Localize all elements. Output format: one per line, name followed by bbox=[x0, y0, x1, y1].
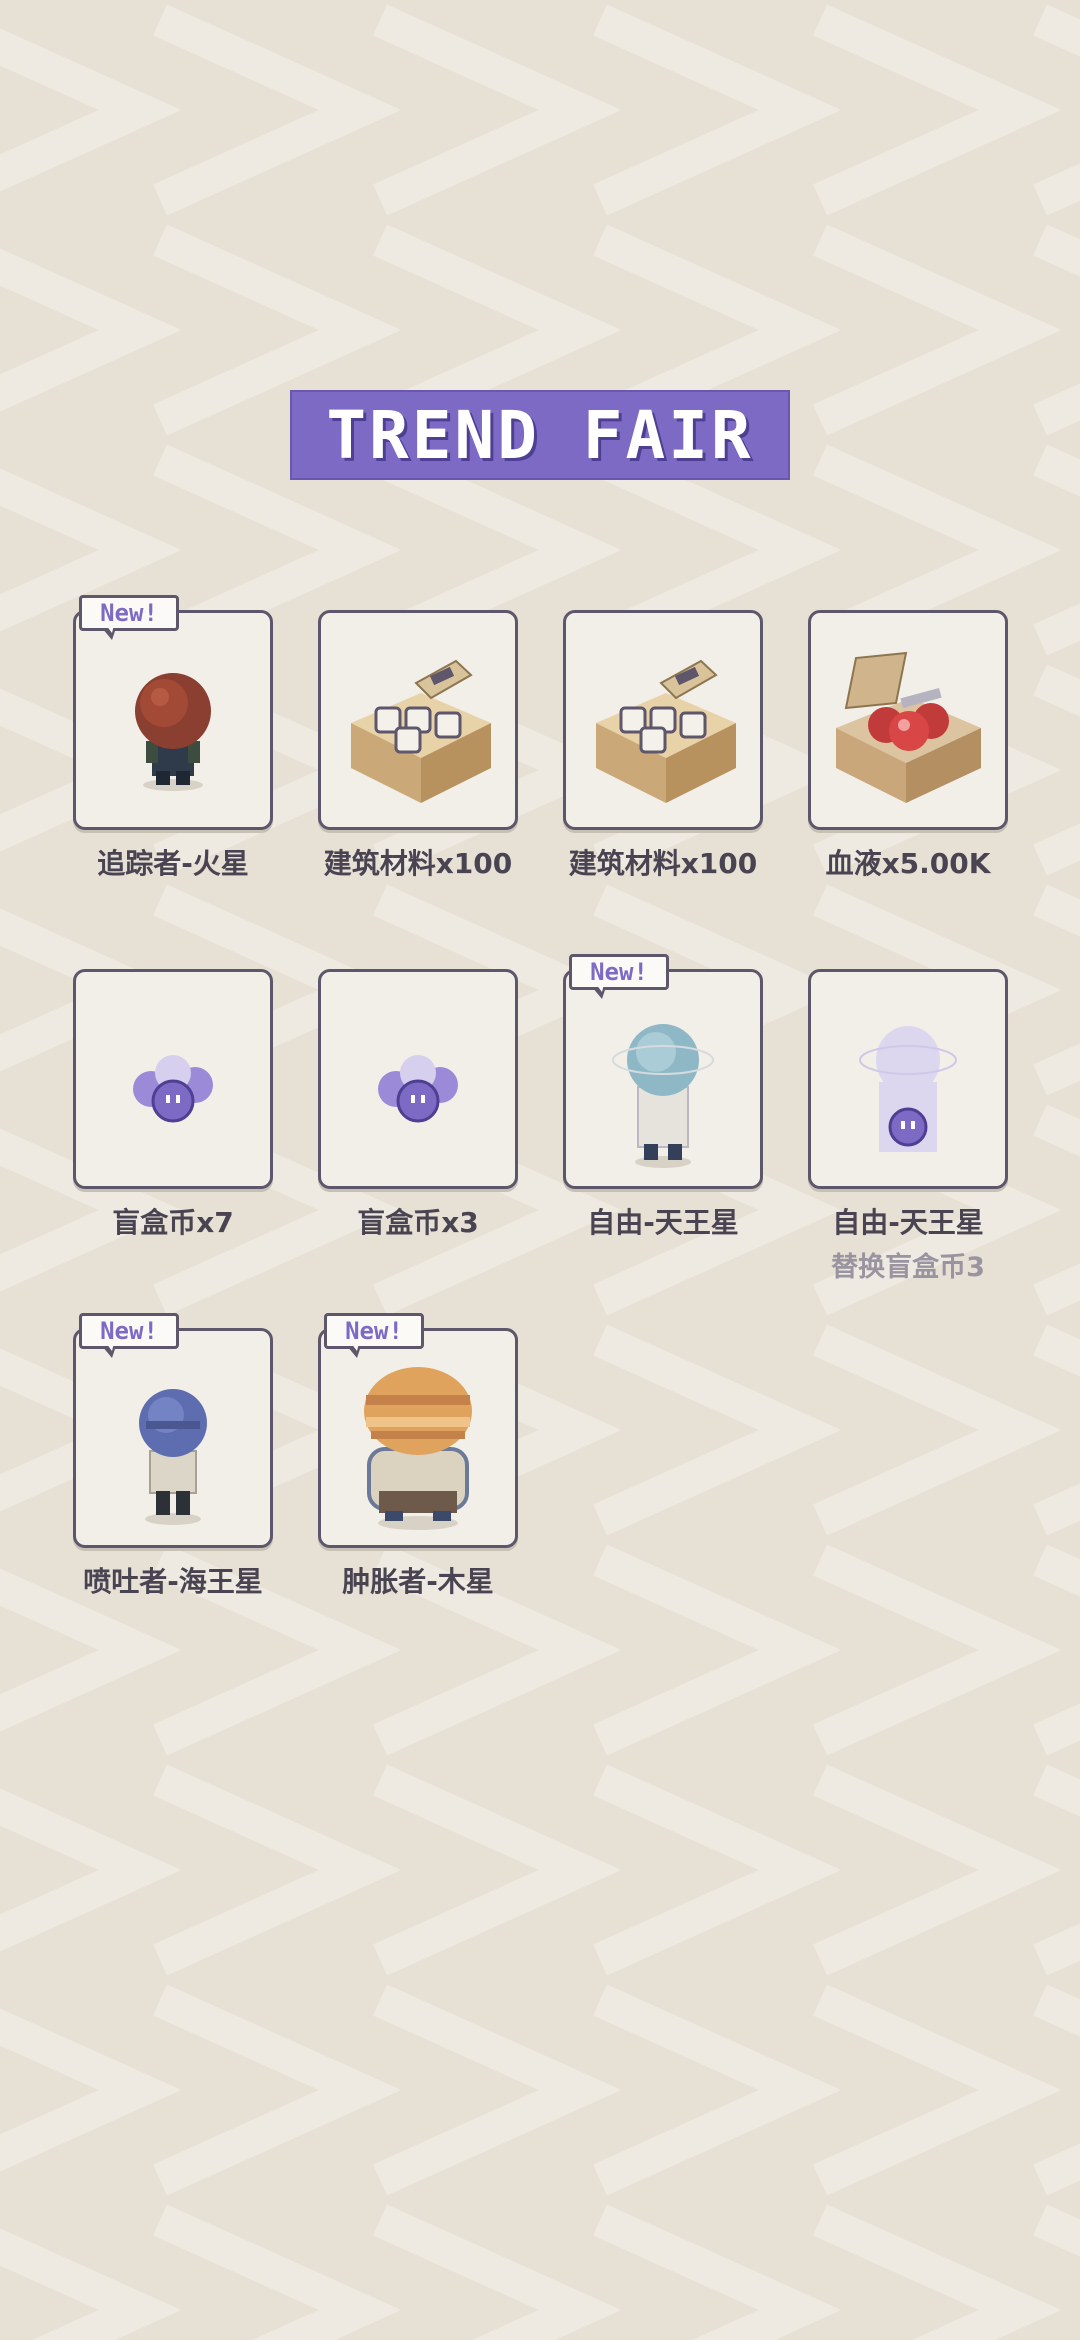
reward-item[interactable]: 血液x5.00K bbox=[808, 610, 1008, 882]
reward-item[interactable]: New! 肿胀者-木星 bbox=[318, 1313, 518, 1600]
trend-fair-title-banner: TREND FAIR bbox=[290, 390, 790, 480]
item-label: 建筑材料x100 bbox=[568, 847, 758, 880]
uranus-ghost-duplicate-icon bbox=[859, 1026, 957, 1152]
page-title: TREND FAIR bbox=[326, 396, 754, 474]
item-label: 盲盒币x3 bbox=[357, 1206, 479, 1239]
reward-item[interactable]: New! 喷吐者-海王星 bbox=[73, 1313, 273, 1600]
new-badge: New! bbox=[79, 1313, 179, 1358]
item-label: 追踪者-火星 bbox=[97, 847, 249, 880]
reward-card[interactable] bbox=[808, 610, 1008, 830]
building-materials-box-icon bbox=[351, 659, 491, 803]
reward-item[interactable]: 建筑材料x100 bbox=[318, 610, 518, 882]
blind-box-coin-icon bbox=[133, 1055, 213, 1123]
item-label: 盲盒币x7 bbox=[112, 1206, 234, 1239]
reward-item[interactable]: 盲盒币x7 bbox=[73, 969, 273, 1241]
reward-card[interactable]: New! bbox=[73, 595, 273, 830]
reward-card[interactable]: New! bbox=[563, 954, 763, 1189]
reward-item[interactable]: 建筑材料x100 bbox=[563, 610, 763, 882]
item-label: 自由-天王星 bbox=[832, 1206, 984, 1239]
reward-card[interactable] bbox=[808, 969, 1008, 1189]
reward-card[interactable] bbox=[563, 610, 763, 830]
neptune-spitter-character-icon bbox=[139, 1389, 207, 1525]
item-label: 自由-天王星 bbox=[587, 1206, 739, 1239]
reward-item[interactable]: New! 自由-天王星 bbox=[563, 954, 763, 1241]
mars-tracker-character-icon bbox=[135, 673, 211, 791]
item-sublabel: 替换盲盒币3 bbox=[831, 1252, 985, 1283]
item-label: 建筑材料x100 bbox=[323, 847, 513, 880]
new-badge: New! bbox=[324, 1313, 424, 1358]
reward-card[interactable] bbox=[73, 969, 273, 1189]
jupiter-bloater-character-icon bbox=[364, 1367, 472, 1530]
reward-item[interactable]: 盲盒币x3 bbox=[318, 969, 518, 1241]
item-label: 喷吐者-海王星 bbox=[83, 1565, 263, 1598]
new-badge: New! bbox=[79, 595, 179, 640]
building-materials-box-icon bbox=[596, 659, 736, 803]
new-badge: New! bbox=[569, 954, 669, 999]
uranus-freedom-character-icon bbox=[612, 1024, 714, 1168]
reward-card[interactable] bbox=[318, 969, 518, 1189]
reward-card[interactable] bbox=[318, 610, 518, 830]
blood-crate-icon bbox=[836, 651, 981, 803]
blind-box-coin-icon bbox=[378, 1055, 458, 1123]
reward-item[interactable]: 自由-天王星 替换盲盒币3 bbox=[808, 969, 1008, 1284]
reward-card[interactable]: New! bbox=[318, 1313, 518, 1548]
item-label: 肿胀者-木星 bbox=[342, 1565, 494, 1598]
reward-item[interactable]: New! 追踪者-火星 bbox=[73, 595, 273, 882]
item-label: 血液x5.00K bbox=[825, 847, 991, 880]
reward-card[interactable]: New! bbox=[73, 1313, 273, 1548]
